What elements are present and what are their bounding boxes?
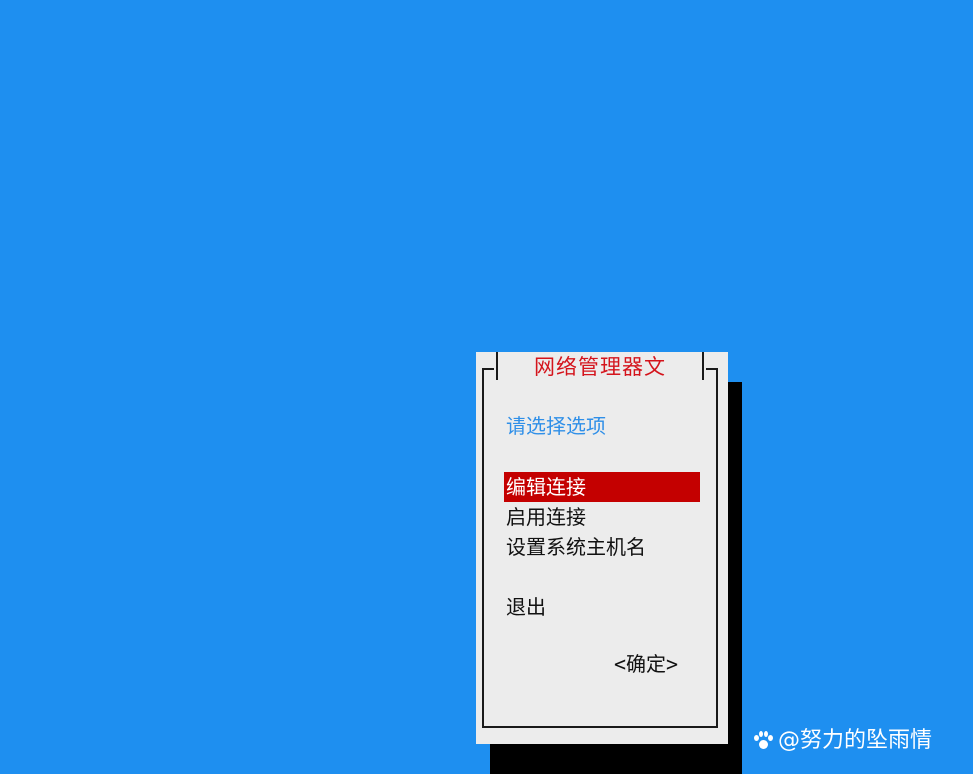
menu-item-activate-connection[interactable]: 启用连接 — [504, 502, 700, 532]
network-manager-dialog: 网络管理器文 请选择选项 编辑连接 启用连接 设置系统主机名 退出 <确定> — [476, 352, 728, 744]
menu-item-set-hostname[interactable]: 设置系统主机名 — [504, 532, 700, 562]
menu-separator — [504, 562, 700, 592]
frame-top-right-edge — [706, 368, 718, 370]
menu-item-quit[interactable]: 退出 — [504, 592, 700, 622]
ok-button[interactable]: <确定> — [614, 650, 678, 678]
prompt-text: 请选择选项 — [506, 414, 606, 438]
title-right-bracket — [702, 352, 704, 380]
menu-item-edit-connection[interactable]: 编辑连接 — [504, 472, 700, 502]
title-left-bracket — [496, 352, 498, 380]
watermark: @努力的坠雨情 — [752, 727, 932, 755]
paw-icon — [752, 730, 774, 752]
option-menu: 编辑连接 启用连接 设置系统主机名 退出 — [504, 472, 700, 622]
watermark-text: @努力的坠雨情 — [778, 728, 933, 753]
frame-top-left-edge — [482, 368, 494, 370]
dialog-title: 网络管理器文 — [534, 355, 666, 379]
terminal-screen: 网络管理器文 请选择选项 编辑连接 启用连接 设置系统主机名 退出 <确定> @… — [0, 0, 973, 774]
